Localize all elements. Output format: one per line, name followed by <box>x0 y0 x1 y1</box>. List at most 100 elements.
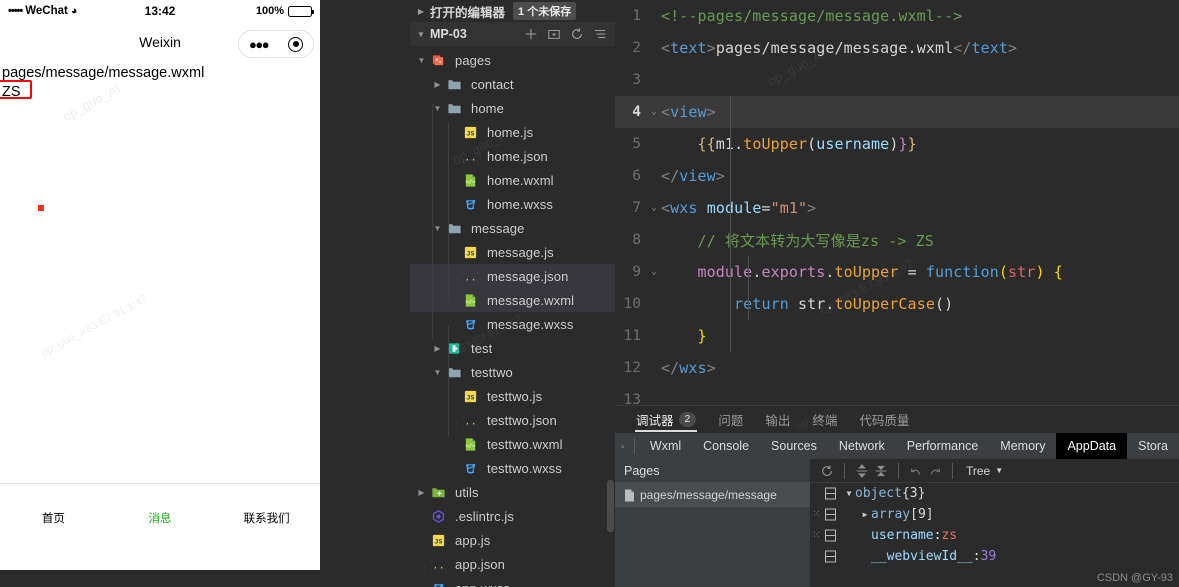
tree-item-home[interactable]: ▼ home <box>410 96 615 120</box>
devtools-subtab-console[interactable]: Console <box>692 433 760 459</box>
appdata-pane[interactable]: Tree ▼ ▼ object {3} ⁙ ▶ array [9] ⁙ username :… <box>810 459 1179 587</box>
code-line-2[interactable]: 2 <text>pages/message/message.wxml</text> <box>615 32 1179 64</box>
code-line-13[interactable]: 13 <box>615 384 1179 405</box>
tree-item-message[interactable]: ▼ message <box>410 216 615 240</box>
code-line-3[interactable]: 3 <box>615 64 1179 96</box>
devtools-tab-问题[interactable]: 问题 <box>707 406 754 434</box>
tree-item--eslintrc-js[interactable]: .eslintrc.js <box>410 504 615 528</box>
undo-icon[interactable] <box>909 464 923 478</box>
tree-item-testtwo-wxss[interactable]: ピ testtwo.wxss <box>410 456 615 480</box>
explorer-toolbar[interactable] <box>524 27 609 41</box>
appdata-row-object[interactable]: ▼ object {3} <box>810 483 1179 504</box>
devtools-tab-调试器[interactable]: 调试器 2 <box>625 406 707 434</box>
tree-item-message-js[interactable]: JS message.js <box>410 240 615 264</box>
tree-item-testtwo-json[interactable]: {..} testtwo.json <box>410 408 615 432</box>
new-folder-icon[interactable] <box>547 27 561 41</box>
project-header[interactable]: ▼ MP-03 <box>410 22 615 46</box>
devtools-subtab-wxml[interactable]: Wxml <box>639 433 692 459</box>
devtools-subtab-strip[interactable]: Wxml Console Sources Network Performance Memo… <box>615 433 1179 459</box>
code-line-9[interactable]: 9 ⌄ module.exports.toUpper = function(str… <box>615 256 1179 288</box>
view-mode-select[interactable]: Tree ▼ <box>966 464 1003 478</box>
chevron-right-icon[interactable]: ▶ <box>416 7 426 16</box>
fold-chevron-icon[interactable]: ⌄ <box>647 203 661 213</box>
open-editors-row[interactable]: ▶ 打开的编辑器 1 个未保存 <box>410 0 615 22</box>
sim-tab-home[interactable]: 首页 <box>0 510 107 532</box>
appdata-tree[interactable]: ▼ object {3} ⁙ ▶ array [9] ⁙ username : zs __we… <box>810 483 1179 567</box>
sim-tab-contact[interactable]: 联系我们 <box>213 510 320 532</box>
chevron-down-icon[interactable]: ▼ <box>432 224 443 233</box>
tree-item-app-wxss[interactable]: ピ app.wxss <box>410 576 615 587</box>
chevron-down-icon[interactable]: ▼ <box>416 30 426 39</box>
chevron-down-icon[interactable]: ▼ <box>995 466 1003 475</box>
devtools-subtab-network[interactable]: Network <box>828 433 896 459</box>
chevron-right-icon[interactable]: ▶ <box>432 344 443 353</box>
refresh-icon[interactable] <box>820 464 834 478</box>
tree-item-message-wxml[interactable]: </> message.wxml <box>410 288 615 312</box>
wechat-capsule-button[interactable]: ●●● <box>238 30 314 58</box>
code-line-11[interactable]: 11 } <box>615 320 1179 352</box>
chevron-down-icon[interactable]: ▼ <box>416 56 427 65</box>
code-line-4[interactable]: 4 ⌄ <view> <box>615 96 1179 128</box>
devtools-subtab-performance[interactable]: Performance <box>896 433 990 459</box>
redo-icon[interactable] <box>928 464 942 478</box>
collapse-all-icon[interactable] <box>874 464 888 478</box>
devtools-tab-输出[interactable]: 输出 <box>754 406 801 434</box>
tree-item-home-wxss[interactable]: ピ home.wxss <box>410 192 615 216</box>
devtools-subtab-sources[interactable]: Sources <box>760 433 828 459</box>
code-line-8[interactable]: 8 // 将文本转为大写像是zs -> ZS <box>615 224 1179 256</box>
new-file-icon[interactable] <box>524 27 538 41</box>
tree-item-test[interactable]: ▶ test <box>410 336 615 360</box>
code-editor[interactable]: 1 <!--pages/message/message.wxml--> 2 <text… <box>615 0 1179 405</box>
tree-item-home-js[interactable]: JS home.js <box>410 120 615 144</box>
pages-pane[interactable]: Pages pages/message/message <box>615 459 810 587</box>
tree-item-utils[interactable]: ▶ utils <box>410 480 615 504</box>
refresh-icon[interactable] <box>570 27 584 41</box>
tree-item-home-json[interactable]: {..} home.json <box>410 144 615 168</box>
tree-item-testtwo[interactable]: ▼ testtwo <box>410 360 615 384</box>
tree-item-contact[interactable]: ▶ contact <box>410 72 615 96</box>
fold-chevron-icon[interactable]: ⌄ <box>647 107 661 117</box>
devtools-tab-strip[interactable]: 调试器 2 问题 输出 终端 代码质量 <box>615 405 1179 433</box>
appdata-row-array[interactable]: ⁙ ▶ array [9] <box>810 504 1179 525</box>
appdata-row-__webviewId__[interactable]: __webviewId__ : 39 <box>810 546 1179 567</box>
chevron-right-icon[interactable]: ▶ <box>432 80 443 89</box>
sim-tab-bar[interactable]: 首页 消息 联系我们 <box>0 483 320 532</box>
sim-tab-message[interactable]: 消息 <box>107 510 214 532</box>
tree-item-app-json[interactable]: {..} app.json <box>410 552 615 576</box>
chevron-down-icon[interactable]: ▼ <box>432 104 443 113</box>
tree-item-message-wxss[interactable]: ピ message.wxss <box>410 312 615 336</box>
code-line-10[interactable]: 10 return str.toUpperCase() <box>615 288 1179 320</box>
inspect-cursor-icon[interactable] <box>621 438 625 455</box>
expand-all-icon[interactable] <box>855 463 869 478</box>
drag-handle-icon[interactable]: ⁙ <box>810 530 824 541</box>
devtools-subtab-memory[interactable]: Memory <box>989 433 1056 459</box>
page-list-item[interactable]: pages/message/message <box>615 483 810 507</box>
chevron-right-icon[interactable]: ▶ <box>416 488 427 497</box>
target-circle-icon[interactable] <box>288 36 304 52</box>
appdata-row-username[interactable]: ⁙ username : zs <box>810 525 1179 546</box>
drag-handle-icon[interactable]: ⁙ <box>810 509 824 520</box>
devtools-subtab-appdata[interactable]: AppData <box>1056 433 1128 459</box>
file-tree[interactable]: ▼ pages ▶ contact ▼ home JS home.js {..} home.jso… <box>410 46 615 587</box>
appdata-toolbar[interactable]: Tree ▼ <box>810 459 1179 483</box>
code-line-1[interactable]: 1 <!--pages/message/message.wxml--> <box>615 0 1179 32</box>
fold-chevron-icon[interactable]: ⌄ <box>647 267 661 277</box>
devtools-tab-终端[interactable]: 终端 <box>801 406 848 434</box>
collapse-all-icon[interactable] <box>593 27 607 41</box>
code-line-6[interactable]: 6 </view> <box>615 160 1179 192</box>
chevron-down-icon[interactable]: ▼ <box>843 489 855 498</box>
tree-item-home-wxml[interactable]: </> home.wxml <box>410 168 615 192</box>
code-line-7[interactable]: 7 ⌄ <wxs module="m1"> <box>615 192 1179 224</box>
chevron-down-icon[interactable]: ▼ <box>432 368 443 377</box>
tree-item-testtwo-wxml[interactable]: </> testtwo.wxml <box>410 432 615 456</box>
tree-item-pages[interactable]: ▼ pages <box>410 48 615 72</box>
tree-item-message-json[interactable]: {..} message.json <box>410 264 615 288</box>
code-line-5[interactable]: 5 {{m1.toUpper(username)}} <box>615 128 1179 160</box>
code-line-12[interactable]: 12 </wxs> <box>615 352 1179 384</box>
devtools-panel[interactable]: 调试器 2 问题 输出 终端 代码质量 Wxml Console Sources Network… <box>615 405 1179 587</box>
explorer-scrollbar[interactable] <box>607 480 614 532</box>
chevron-right-icon[interactable]: ▶ <box>859 510 871 519</box>
devtools-subtab-stora[interactable]: Stora <box>1127 433 1179 459</box>
tree-item-testtwo-js[interactable]: JS testtwo.js <box>410 384 615 408</box>
tree-item-app-js[interactable]: JS app.js <box>410 528 615 552</box>
